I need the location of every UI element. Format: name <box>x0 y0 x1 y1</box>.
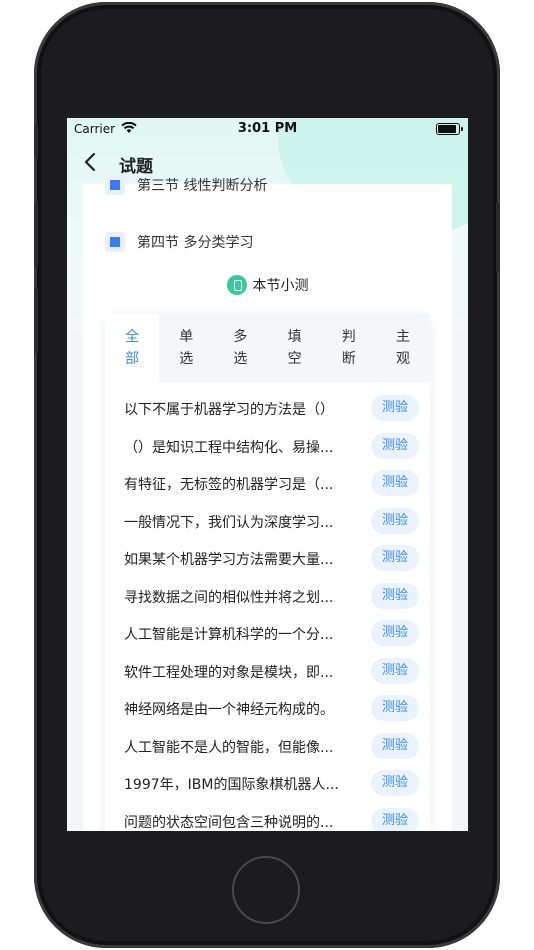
tab-true-false[interactable]: 判断 <box>321 314 376 382</box>
quiz-button[interactable]: 测验 <box>371 695 419 721</box>
quiz-title: 本节小测 <box>252 278 309 294</box>
list-item: 软件工程处理的对象是模块，即... 测验 <box>105 653 430 691</box>
question-text: 人工智能不是人的智能，但能像... <box>124 739 334 756</box>
section-label: 第三节 线性判断分析 <box>137 178 268 194</box>
quiz-icon <box>226 275 247 295</box>
tab-fill-blank[interactable]: 填空 <box>267 314 322 382</box>
section-marker-icon <box>105 175 125 195</box>
question-text: 以下不属于机器学习的方法是（） <box>124 402 334 418</box>
quiz-button[interactable]: 测验 <box>371 395 419 421</box>
battery-icon <box>436 123 463 135</box>
list-item: 有特征，无标签的机器学习是（... 测验 <box>105 465 430 503</box>
section-marker-icon <box>105 232 125 252</box>
question-text: 神经网络是由一个神经元构成的。 <box>124 702 334 718</box>
list-item: 神经网络是由一个神经元构成的。 测验 <box>105 690 430 728</box>
question-text: 软件工程处理的对象是模块，即... <box>124 664 334 681</box>
tab-label: 全部 <box>125 329 140 367</box>
status-bar: Carrier 3:01 PM <box>67 118 468 140</box>
question-text: 寻找数据之间的相似性并将之划... <box>124 589 334 606</box>
mute-switch <box>34 124 38 158</box>
list-item: 如果某个机器学习方法需要大量... 测验 <box>105 540 430 578</box>
list-item: 一般情况下，我们认为深度学习... 测验 <box>105 503 430 541</box>
list-item: （）是知识工程中结构化、易操... 测验 <box>105 428 430 466</box>
question-text: 有特征，无标签的机器学习是（... <box>124 477 334 493</box>
tab-label: 多选 <box>233 329 248 367</box>
question-text: 一般情况下，我们认为深度学习... <box>124 514 334 531</box>
volume-up-button <box>34 202 38 268</box>
home-button[interactable] <box>232 856 300 924</box>
quiz-button[interactable]: 测验 <box>371 582 419 609</box>
tab-label: 单选 <box>179 329 194 367</box>
section-label: 第四节 多分类学习 <box>137 235 254 251</box>
quiz-button[interactable]: 测验 <box>371 620 419 646</box>
chevron-left-icon[interactable] <box>83 152 97 172</box>
quiz-button[interactable]: 测验 <box>371 432 419 459</box>
quiz-button[interactable]: 测验 <box>371 770 419 796</box>
quiz-button[interactable]: 测验 <box>371 807 419 831</box>
list-item: 以下不属于机器学习的方法是（） 测验 <box>105 390 430 428</box>
tab-all[interactable]: 全部 <box>105 314 160 382</box>
question-text: 1997年，IBM的国际象棋机器人... <box>124 777 339 793</box>
power-button <box>496 202 500 272</box>
quiz-button[interactable]: 测验 <box>371 507 419 534</box>
quiz-panel: 全部 单选 多选 填空 判断 主观 以下不属于机器学习的方法是（） 测验 （）是知… <box>105 314 431 831</box>
tab-single-choice[interactable]: 单选 <box>159 314 214 382</box>
section-item-4[interactable]: 第四节 多分类学习 <box>105 232 253 252</box>
question-type-tabs: 全部 单选 多选 填空 判断 主观 <box>105 314 431 382</box>
question-text: 问题的状态空间包含三种说明的... <box>124 814 334 831</box>
tab-label: 主观 <box>395 329 410 367</box>
list-item: 人工智能不是人的智能，但能像... 测验 <box>105 728 430 766</box>
list-item: 1997年，IBM的国际象棋机器人... 测验 <box>105 765 430 803</box>
tab-multiple-choice[interactable]: 多选 <box>213 314 268 382</box>
status-time: 3:01 PM <box>237 121 298 136</box>
quiz-button[interactable]: 测验 <box>371 732 419 759</box>
list-item: 寻找数据之间的相似性并将之划... 测验 <box>105 578 430 616</box>
question-text: 如果某个机器学习方法需要大量... <box>124 552 334 568</box>
question-text: （）是知识工程中结构化、易操... <box>124 439 334 456</box>
question-text: 人工智能是计算机科学的一个分... <box>124 627 334 643</box>
list-item: 问题的状态空间包含三种说明的... 测验 <box>105 803 430 831</box>
tab-label: 填空 <box>287 329 302 367</box>
quiz-header: 本节小测 <box>83 275 452 295</box>
quiz-button[interactable]: 测验 <box>371 470 419 496</box>
section-item-3[interactable]: 第三节 线性判断分析 <box>105 175 267 195</box>
list-item: 人工智能是计算机科学的一个分... 测验 <box>105 615 430 653</box>
tab-subjective[interactable]: 主观 <box>375 314 431 382</box>
tab-label: 判断 <box>341 329 356 367</box>
question-list: 以下不属于机器学习的方法是（） 测验 （）是知识工程中结构化、易操... 测验 有特… <box>105 390 430 831</box>
quiz-button[interactable]: 测验 <box>371 545 419 571</box>
volume-down-button <box>34 288 38 354</box>
quiz-button[interactable]: 测验 <box>371 657 419 684</box>
app-screen: Carrier 3:01 PM 试题 第三节 线性判断分析 第四节 多分类学习 … <box>67 118 468 831</box>
page-title: 试题 <box>119 157 153 177</box>
